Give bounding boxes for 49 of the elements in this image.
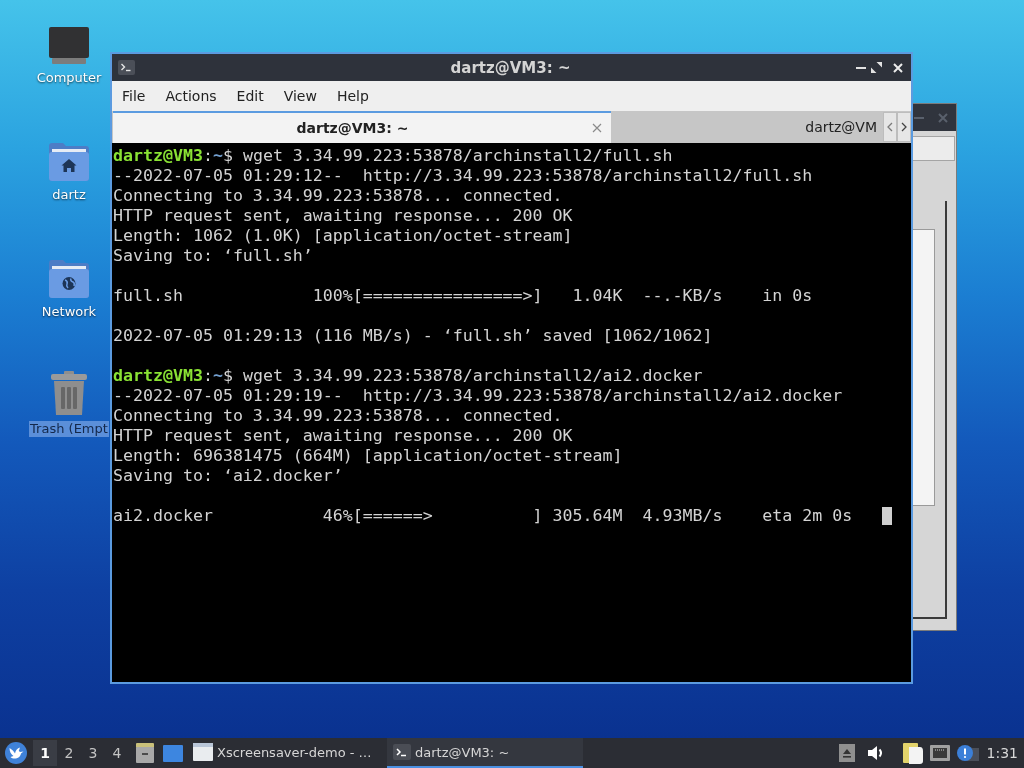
- window-icon: [193, 743, 213, 761]
- eject-icon[interactable]: [838, 744, 855, 762]
- bird-icon[interactable]: [5, 742, 27, 764]
- globe-folder-icon[interactable]: [49, 260, 89, 298]
- window-title: dartz@VM3: ~: [450, 58, 571, 77]
- terminal-output-line: --2022-07-05 01:29:19-- http://3.34.99.223:53878/archinstall2/ai2.docker: [113, 386, 843, 405]
- menu-item[interactable]: Help: [326, 88, 379, 104]
- terminal-prompt-line: dartz@VM3:~$ wget 3.34.99.223:53878/archinstall2/ai2.docker: [113, 366, 703, 385]
- workspace-button[interactable]: 3: [81, 740, 105, 766]
- terminal-output-line: Length: 1062 (1.0K) [application/octet-stream]: [113, 226, 573, 245]
- terminal-output-line: full.sh 100%[================>] 1.04K --.-KB/s in 0s: [113, 286, 813, 305]
- home-folder-icon[interactable]: [49, 143, 89, 181]
- terminal-output-line: 2022-07-05 01:29:13 (116 MB/s) - ‘full.sh’ saved [1062/1062]: [113, 326, 713, 345]
- window-tile-icon[interactable]: [163, 744, 183, 762]
- terminal-output-line: ai2.docker 46%[======> ] 305.64M 4.93MB/s eta 2m 0s: [113, 506, 853, 525]
- terminal-prompt-line: dartz@VM3:~$ wget 3.34.99.223:53878/archinstall2/full.sh: [113, 146, 673, 165]
- clipboard-icon[interactable]: [902, 742, 923, 764]
- terminal-output-line: Connecting to 3.34.99.223:53878... connected.: [113, 186, 563, 205]
- desktop-icon-label[interactable]: Network: [40, 304, 98, 320]
- terminal-output-line: Connecting to 3.34.99.223:53878... connected.: [113, 406, 563, 425]
- maximize-icon[interactable]: [871, 62, 882, 73]
- monitor-icon[interactable]: [49, 27, 89, 64]
- menu-item[interactable]: File: [112, 88, 156, 104]
- terminal-output-line: Saving to: ‘ai2.docker’: [113, 466, 343, 485]
- terminal-output-line: HTTP request sent, awaiting response... 200 OK: [113, 426, 573, 445]
- workspace-button[interactable]: 4: [105, 740, 129, 766]
- ethernet-port-icon[interactable]: [929, 745, 950, 761]
- menu-item[interactable]: Edit: [226, 88, 274, 104]
- taskbar-task-button[interactable]: Xscreensaver-demo - …: [187, 738, 383, 768]
- terminal-output-line: --2022-07-05 01:29:12-- http://3.34.99.223:53878/archinstall2/full.sh: [113, 166, 813, 185]
- chevron-left-icon: [887, 122, 893, 132]
- speaker-icon[interactable]: [866, 745, 885, 761]
- chevron-right-icon: [901, 122, 907, 132]
- terminal-icon: [118, 60, 135, 75]
- taskbar-task-button[interactable]: dartz@VM3: ~: [387, 738, 583, 768]
- tab[interactable]: dartz@VM3: ~: [113, 111, 611, 143]
- terminal-icon: [393, 744, 411, 760]
- terminal-output-line: Saving to: ‘full.sh’: [113, 246, 313, 265]
- alert-icon[interactable]: [956, 744, 979, 762]
- terminal-output-line: HTTP request sent, awaiting response... 200 OK: [113, 206, 573, 225]
- menu-item[interactable]: Actions: [155, 88, 227, 104]
- minimize-icon[interactable]: [856, 66, 866, 69]
- workspace-button[interactable]: 2: [57, 740, 81, 766]
- menu-item[interactable]: View: [273, 88, 327, 104]
- file-cabinet-icon[interactable]: [136, 743, 154, 763]
- workspace-button[interactable]: 1: [33, 740, 57, 766]
- terminal-output-line: Length: 696381475 (664M) [application/octet-stream]: [113, 446, 623, 465]
- clock[interactable]: 1:31: [986, 745, 1018, 761]
- desktop-icon-label[interactable]: Trash (Empt: [29, 421, 109, 437]
